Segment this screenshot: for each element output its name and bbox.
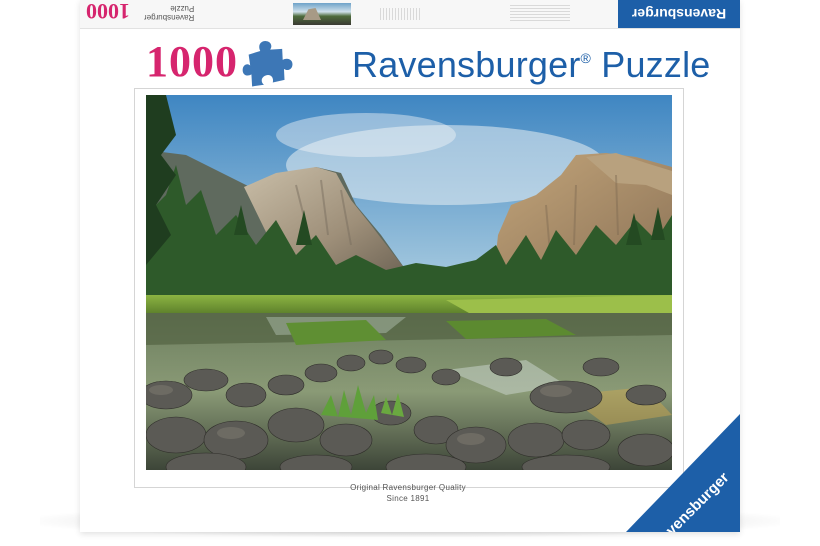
top-fine-print xyxy=(380,8,420,20)
top-brand-label: Ravensburger xyxy=(144,13,195,22)
product-name: Puzzle xyxy=(601,44,711,85)
quality-statement: Original Ravensburger Quality Since 1891 xyxy=(134,482,682,504)
corner-logo-badge: Ravensburger xyxy=(626,414,740,532)
brand-name: Ravensburger xyxy=(352,44,581,85)
quality-line-1: Original Ravensburger Quality xyxy=(350,483,466,492)
top-logo: Ravensburger xyxy=(618,0,740,28)
top-brand-text: Ravensburger Puzzle xyxy=(144,4,194,22)
top-thumbnail-image xyxy=(293,3,351,25)
top-piece-count: 1000 xyxy=(86,0,130,24)
piece-count: 1000 xyxy=(146,37,238,86)
box-top-edge: 1000 Ravensburger Puzzle Ravensburger xyxy=(80,0,740,29)
quality-line-2: Since 1891 xyxy=(386,494,430,503)
top-fine-print-2 xyxy=(510,5,570,21)
yosemite-photo xyxy=(146,95,672,470)
puzzle-box: 1000 Ravensburger Puzzle Ravensburger 10… xyxy=(80,0,740,532)
thumbnail-cliff xyxy=(303,8,321,20)
trademark-symbol: ® xyxy=(580,50,592,66)
puzzle-piece-icon xyxy=(242,41,293,87)
brand-title: Ravensburger® Puzzle xyxy=(352,44,711,86)
top-type-label: Puzzle xyxy=(170,4,195,13)
